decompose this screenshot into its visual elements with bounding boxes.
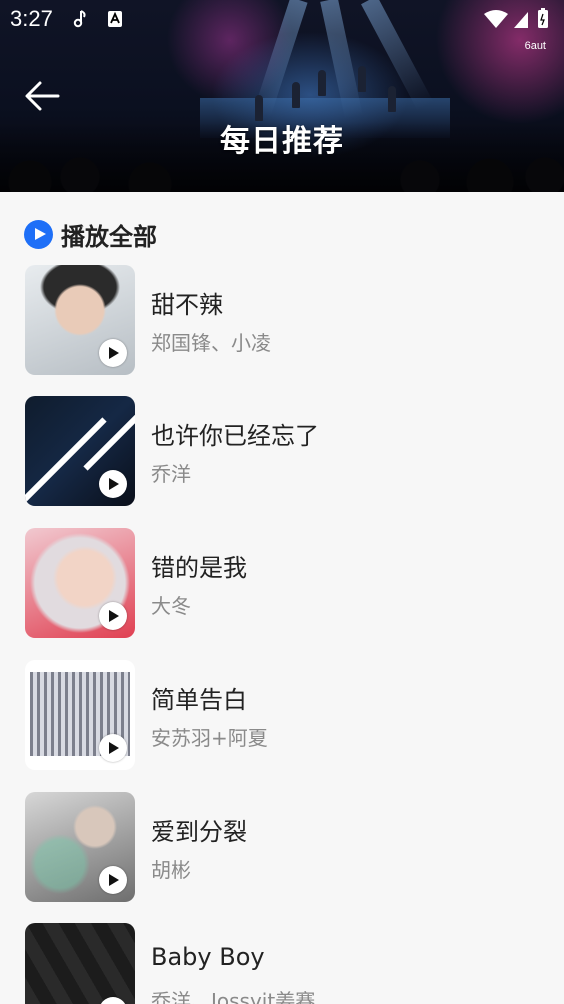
play-icon[interactable] bbox=[99, 734, 127, 762]
song-artist: 大冬 bbox=[151, 594, 191, 618]
performer bbox=[358, 66, 366, 92]
performer bbox=[292, 82, 300, 108]
system-status-icons bbox=[484, 8, 548, 28]
song-title: Baby Boy bbox=[151, 943, 265, 971]
song-item[interactable]: 也许你已经忘了 乔洋 bbox=[25, 396, 545, 506]
song-artist: 胡彬 bbox=[151, 858, 191, 882]
arrow-left-icon bbox=[25, 81, 60, 111]
album-cover bbox=[25, 660, 135, 770]
album-cover bbox=[25, 923, 135, 1004]
page-title: 每日推荐 bbox=[220, 124, 344, 159]
carrier-label: 6aut bbox=[524, 40, 546, 52]
song-title: 错的是我 bbox=[151, 554, 247, 582]
back-button[interactable] bbox=[22, 78, 62, 114]
app-notification-icon bbox=[108, 11, 122, 27]
play-icon[interactable] bbox=[99, 602, 127, 630]
song-item[interactable]: 错的是我 大冬 bbox=[25, 528, 545, 638]
song-item[interactable]: Baby Boy 乔洋、Jossyit姜赛 bbox=[25, 923, 545, 1004]
status-bar: 3:27 6aut bbox=[0, 0, 564, 52]
song-item[interactable]: 简单告白 安苏羽+阿夏 bbox=[25, 660, 545, 770]
song-title: 也许你已经忘了 bbox=[151, 422, 319, 450]
song-list-panel: 播放全部 甜不辣 郑国锋、小凌 也许你已经忘了 乔洋 错的是我 大冬 简单告白 … bbox=[0, 192, 564, 1004]
song-artist: 郑国锋、小凌 bbox=[151, 331, 271, 355]
play-icon[interactable] bbox=[99, 470, 127, 498]
play-icon[interactable] bbox=[99, 339, 127, 367]
play-circle-icon bbox=[24, 219, 53, 249]
performer bbox=[388, 86, 396, 112]
song-artist: 乔洋、Jossyit姜赛 bbox=[151, 989, 316, 1004]
song-item[interactable]: 爱到分裂 胡彬 bbox=[25, 792, 545, 902]
song-artist: 乔洋 bbox=[151, 462, 191, 486]
signal-icon bbox=[514, 12, 528, 28]
album-cover bbox=[25, 265, 135, 375]
song-item[interactable]: 甜不辣 郑国锋、小凌 bbox=[25, 265, 545, 375]
album-cover bbox=[25, 396, 135, 506]
status-time: 3:27 bbox=[10, 6, 53, 31]
wifi-icon bbox=[484, 10, 508, 28]
header-banner: 3:27 6aut 每日推荐 bbox=[0, 0, 564, 192]
play-all-button[interactable]: 播放全部 bbox=[24, 218, 157, 251]
battery-icon bbox=[538, 10, 548, 28]
performer bbox=[318, 70, 326, 96]
daily-recommend-screen: 3:27 6aut 每日推荐 播放全部 甜不辣 郑国锋、小凌 也许你已经忘了 乔… bbox=[0, 0, 564, 1004]
play-icon[interactable] bbox=[99, 997, 127, 1004]
play-icon[interactable] bbox=[99, 866, 127, 894]
song-title: 简单告白 bbox=[151, 686, 247, 714]
song-artist: 安苏羽+阿夏 bbox=[151, 726, 268, 750]
song-title: 爱到分裂 bbox=[151, 818, 247, 846]
album-cover bbox=[25, 528, 135, 638]
song-title: 甜不辣 bbox=[151, 291, 223, 319]
music-note-icon bbox=[73, 10, 86, 28]
album-cover bbox=[25, 792, 135, 902]
play-all-label: 播放全部 bbox=[61, 222, 157, 251]
